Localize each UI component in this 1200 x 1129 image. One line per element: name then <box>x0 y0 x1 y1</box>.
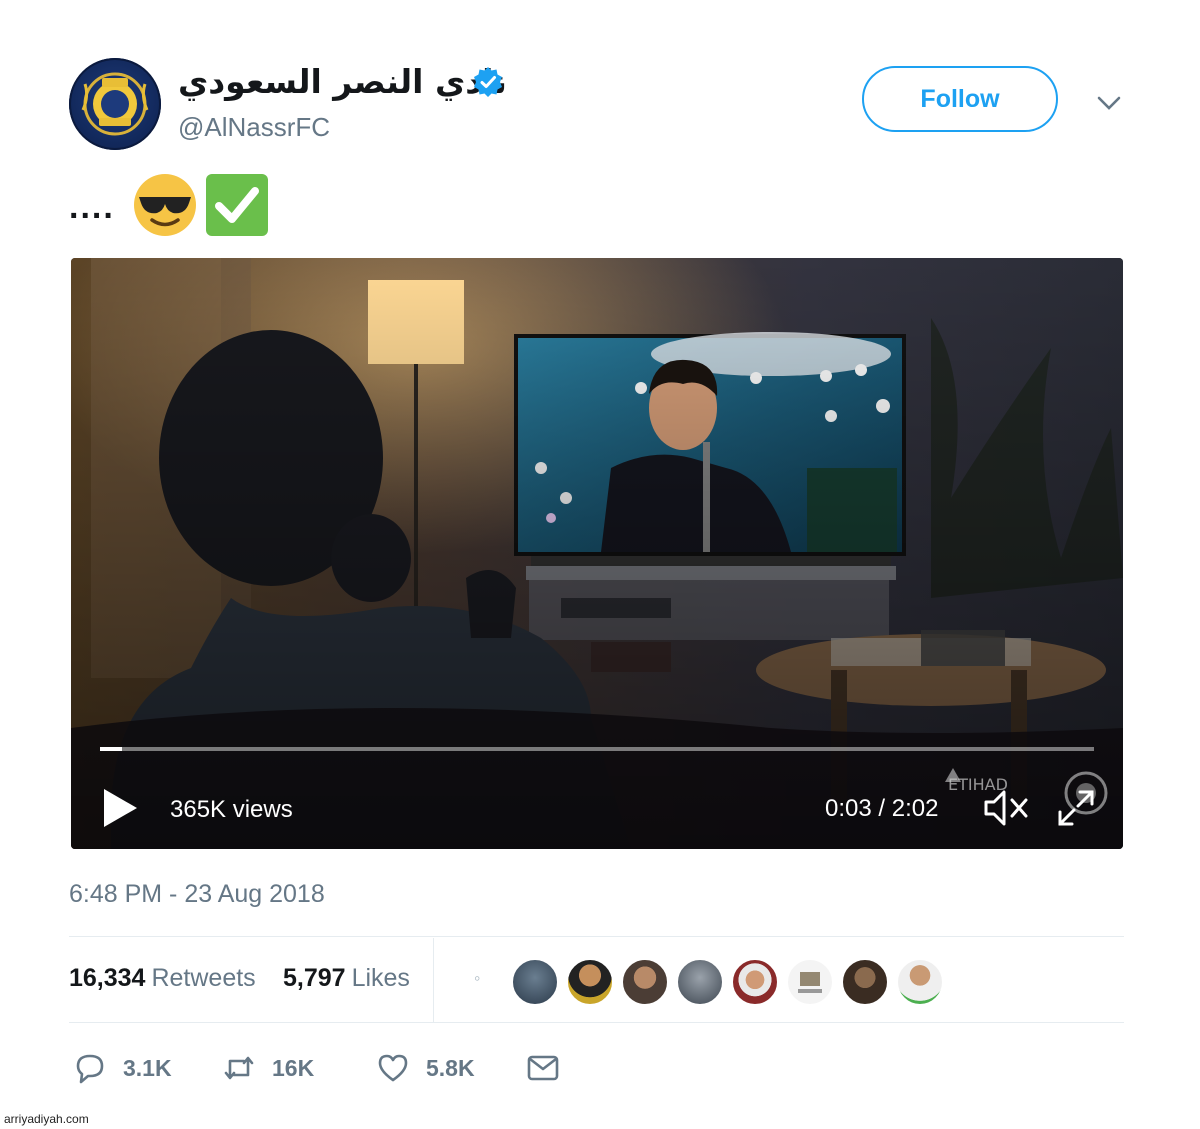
progress-bar[interactable] <box>100 747 1094 751</box>
logo-icon <box>798 972 822 993</box>
follow-button[interactable]: Follow <box>862 66 1058 132</box>
divider <box>433 938 434 1022</box>
video-player[interactable]: ETIHAD <box>71 258 1123 849</box>
user-handle[interactable]: @AlNassrFC <box>178 112 330 143</box>
like-button[interactable]: 5.8K <box>376 1050 475 1086</box>
heart-icon <box>378 1054 408 1082</box>
volume-muted-icon[interactable] <box>982 786 1032 830</box>
like-count: 5.8K <box>426 1054 475 1081</box>
liker-avatar[interactable] <box>731 958 779 1006</box>
liker-avatar[interactable] <box>786 958 834 1006</box>
direct-message-button[interactable] <box>526 1050 560 1086</box>
liker-avatar[interactable] <box>621 958 669 1006</box>
video-frame: ETIHAD <box>71 258 1123 849</box>
retweet-count: 16K <box>272 1054 315 1081</box>
chevron-down-icon[interactable] <box>1096 90 1122 116</box>
reply-button[interactable]: 3.1K <box>73 1050 172 1086</box>
verified-badge-icon <box>474 67 502 97</box>
display-name[interactable]: نادي النصر السعودي <box>178 62 507 101</box>
fullscreen-icon[interactable] <box>1054 786 1098 830</box>
retweets-stat[interactable]: 16,334 Retweets <box>69 964 256 993</box>
club-crest-icon <box>81 72 149 136</box>
retweets-count: 16,334 <box>69 964 146 992</box>
retweet-icon <box>224 1056 254 1080</box>
reply-count: 3.1K <box>123 1054 172 1081</box>
tweet-timestamp[interactable]: 6:48 PM - 23 Aug 2018 <box>69 880 325 909</box>
tweet-text: .... <box>69 188 115 226</box>
reply-icon <box>76 1054 104 1084</box>
faces-separator-icon: ◦ <box>474 968 481 988</box>
retweets-label: Retweets <box>151 964 256 992</box>
progress-bar-fill <box>100 747 122 751</box>
likes-label: Likes <box>351 964 410 992</box>
divider <box>69 1022 1124 1023</box>
play-icon[interactable] <box>100 787 140 829</box>
video-time: 0:03 / 2:02 <box>825 795 939 822</box>
source-credit: arriyadiyah.com <box>4 1112 89 1126</box>
liker-avatar[interactable] <box>511 958 559 1006</box>
retweet-button[interactable]: 16K <box>222 1050 314 1086</box>
liker-avatar[interactable] <box>841 958 889 1006</box>
view-count: 365K views <box>170 796 293 823</box>
envelope-icon <box>527 1055 559 1081</box>
liker-avatar[interactable] <box>896 958 944 1006</box>
liker-avatar[interactable] <box>676 958 724 1006</box>
smiling-face-with-sunglasses-icon <box>134 174 196 236</box>
likes-count: 5,797 <box>283 964 346 992</box>
divider <box>69 936 1124 937</box>
liker-avatar[interactable] <box>566 958 614 1006</box>
avatar[interactable] <box>69 58 161 150</box>
check-mark-button-icon <box>206 174 268 236</box>
likes-stat[interactable]: 5,797 Likes <box>283 964 410 993</box>
